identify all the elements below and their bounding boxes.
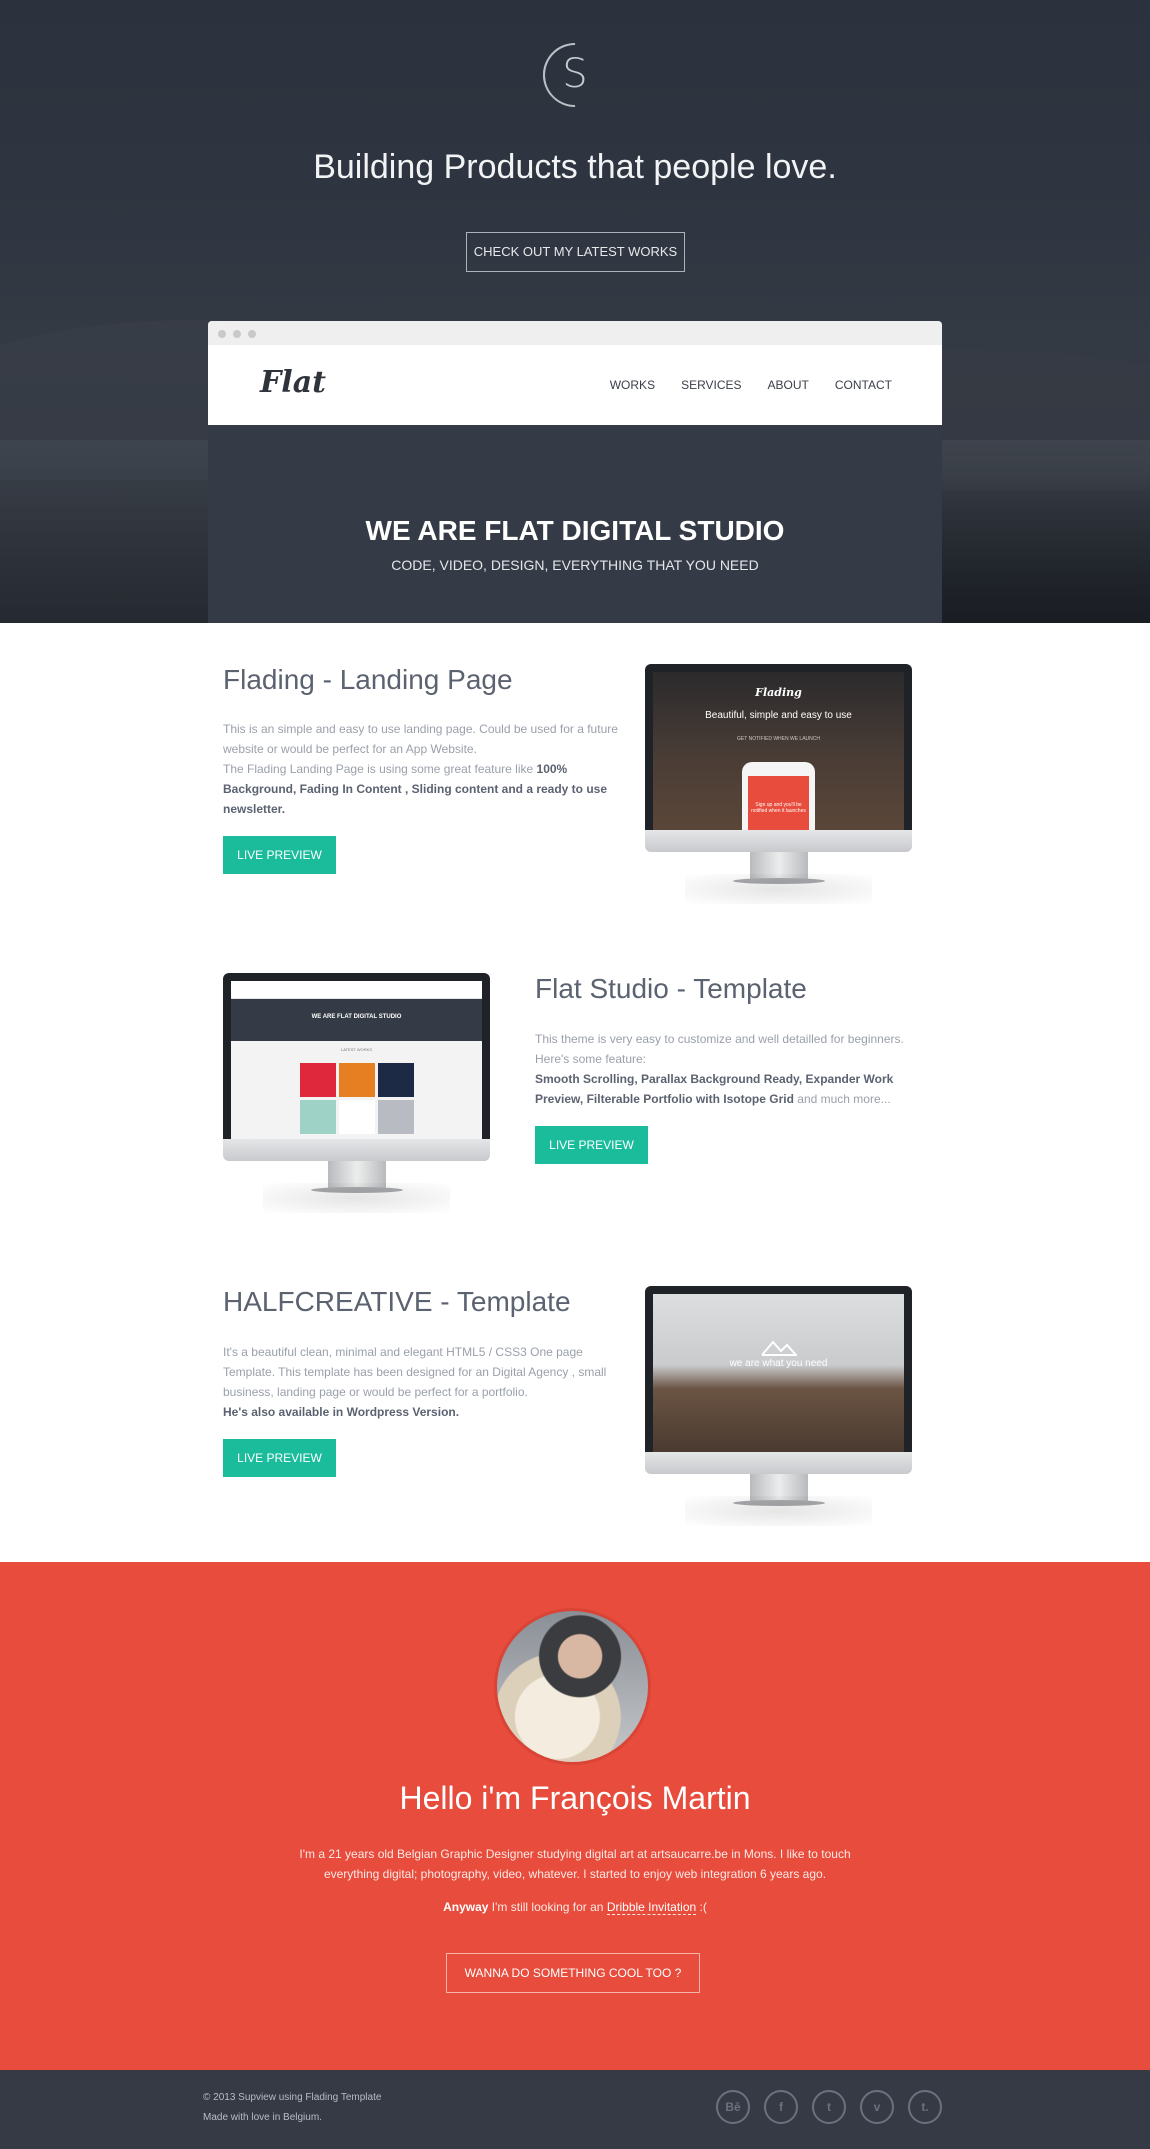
screen-section-title: LATEST WORKS	[341, 1047, 372, 1052]
monitor-shadow	[263, 1183, 450, 1213]
screen-small-text: GET NOTIFIED WHEN WE LAUNCH	[737, 736, 820, 742]
phone-mockup: Sign up and you'll be notified when it l…	[742, 762, 815, 830]
about-text: I'm still looking for an	[488, 1900, 607, 1914]
work-desc-text: This theme is very easy to customize and…	[535, 1032, 904, 1046]
hero-title: Building Products that people love.	[313, 148, 837, 186]
screen-headline: WE ARE FLAT DIGITAL STUDIO	[311, 1014, 402, 1020]
dribbble-invitation-link[interactable]: Dribble Invitation	[606, 1900, 697, 1915]
monitor-chin	[645, 1452, 912, 1474]
portfolio-tile	[300, 1063, 336, 1097]
monitor-mockup: we are what you need	[645, 1286, 912, 1526]
about-text: :(	[696, 1900, 707, 1914]
monitor-screen: Flading Beautiful, simple and easy to us…	[653, 672, 904, 830]
nav-link-services[interactable]: SERVICES	[681, 378, 741, 392]
work-desc-text: It's a beautiful clean, minimal and eleg…	[223, 1345, 607, 1399]
work-description: This theme is very easy to customize and…	[535, 1029, 935, 1109]
about-invitation-text: Anyway I'm still looking for an Dribble …	[0, 1900, 1150, 1915]
screen-banner: WE ARE FLAT DIGITAL STUDIO	[231, 999, 482, 1041]
window-dot	[218, 330, 226, 338]
monitor-screen: WE ARE FLAT DIGITAL STUDIO LATEST WORKS	[231, 981, 482, 1139]
monitor-shadow	[685, 874, 872, 904]
browser-mockup: Flat WORKS SERVICES ABOUT CONTACT WE ARE…	[208, 321, 942, 623]
monitor-chin	[645, 830, 912, 852]
live-preview-button[interactable]: LIVE PREVIEW	[535, 1126, 648, 1164]
tumblr-icon[interactable]: t.	[908, 2090, 942, 2124]
work-desc-text: and much more...	[793, 1092, 891, 1106]
monitor-mockup: Flading Beautiful, simple and easy to us…	[645, 664, 912, 904]
about-text: I'm a 21 years old Belgian Graphic Desig…	[299, 1847, 851, 1881]
work-description: It's a beautiful clean, minimal and eleg…	[223, 1342, 623, 1422]
about-section: Hello i'm François Martin I'm a 21 years…	[0, 1562, 1150, 2070]
portfolio-tile	[378, 1100, 414, 1134]
live-preview-button[interactable]: LIVE PREVIEW	[223, 1439, 336, 1477]
footer: © 2013 Supview using Flading Template Ma…	[0, 2070, 1150, 2149]
facebook-icon[interactable]: f	[764, 2090, 798, 2124]
mountain-logo-icon	[761, 1340, 797, 1356]
behance-icon[interactable]: Bē	[716, 2090, 750, 2124]
work-title: Flat Studio - Template	[535, 973, 807, 1004]
about-text-bold: Anyway	[443, 1900, 489, 1914]
flat-logo[interactable]: Flat	[260, 365, 326, 400]
browser-titlebar	[208, 321, 942, 345]
twitter-icon[interactable]: t	[812, 2090, 846, 2124]
portfolio-tile	[378, 1063, 414, 1097]
nav-link-works[interactable]: WORKS	[610, 378, 655, 392]
window-dot	[248, 330, 256, 338]
work-desc-features: He's also available in Wordpress Version…	[223, 1405, 460, 1419]
avatar	[494, 1608, 651, 1765]
hero-section: S Building Products that people love. CH…	[0, 0, 1150, 623]
footer-tagline: Made with love in Belgium.	[203, 2112, 322, 2123]
banner-subtitle: CODE, VIDEO, DESIGN, EVERYTHING THAT YOU…	[391, 557, 759, 573]
work-desc-text: Here's some feature:	[535, 1052, 647, 1066]
banner-title: WE ARE FLAT DIGITAL STUDIO	[365, 515, 785, 546]
work-desc-text: The Flading Landing Page is using some g…	[223, 762, 537, 776]
latest-works-button[interactable]: CHECK OUT MY LATEST WORKS	[466, 232, 685, 272]
about-title: Hello i'm François Martin	[399, 1780, 751, 1816]
monitor-screen: we are what you need	[653, 1294, 904, 1452]
work-description: This is an simple and easy to use landin…	[223, 719, 618, 819]
monitor-shadow	[685, 1496, 872, 1526]
work-title: HALFCREATIVE - Template	[223, 1286, 571, 1317]
screen-logo: Flading	[755, 686, 802, 699]
vimeo-icon[interactable]: v	[860, 2090, 894, 2124]
mock-banner: WE ARE FLAT DIGITAL STUDIO CODE, VIDEO, …	[208, 425, 942, 623]
live-preview-button[interactable]: LIVE PREVIEW	[223, 836, 336, 874]
monitor-chin	[223, 1139, 490, 1161]
portfolio-tile	[339, 1063, 375, 1097]
site-logo[interactable]: S	[529, 29, 621, 121]
screen-headline: we are what you need	[729, 1358, 828, 1369]
portfolio-tile	[300, 1100, 336, 1134]
mock-nav-links: WORKS SERVICES ABOUT CONTACT	[610, 378, 892, 392]
screen-headline: Beautiful, simple and easy to use	[705, 710, 852, 721]
window-dot	[233, 330, 241, 338]
nav-link-about[interactable]: ABOUT	[768, 378, 809, 392]
logo-letter: S	[562, 51, 588, 97]
mock-navbar: Flat WORKS SERVICES ABOUT CONTACT	[208, 345, 942, 425]
nav-link-contact[interactable]: CONTACT	[835, 378, 892, 392]
work-desc-text: This is an simple and easy to use landin…	[223, 722, 618, 756]
screen-navbar	[231, 981, 482, 999]
footer-copyright: © 2013 Supview using Flading Template	[203, 2092, 382, 2103]
work-title: Flading - Landing Page	[223, 664, 513, 695]
contact-cta-button[interactable]: WANNA DO SOMETHING COOL TOO ?	[446, 1953, 700, 1993]
phone-screen: Sign up and you'll be notified when it l…	[748, 776, 809, 830]
social-links: Bē f t v t.	[716, 2090, 942, 2124]
portfolio-tile	[339, 1100, 375, 1134]
monitor-mockup: WE ARE FLAT DIGITAL STUDIO LATEST WORKS	[223, 973, 490, 1213]
